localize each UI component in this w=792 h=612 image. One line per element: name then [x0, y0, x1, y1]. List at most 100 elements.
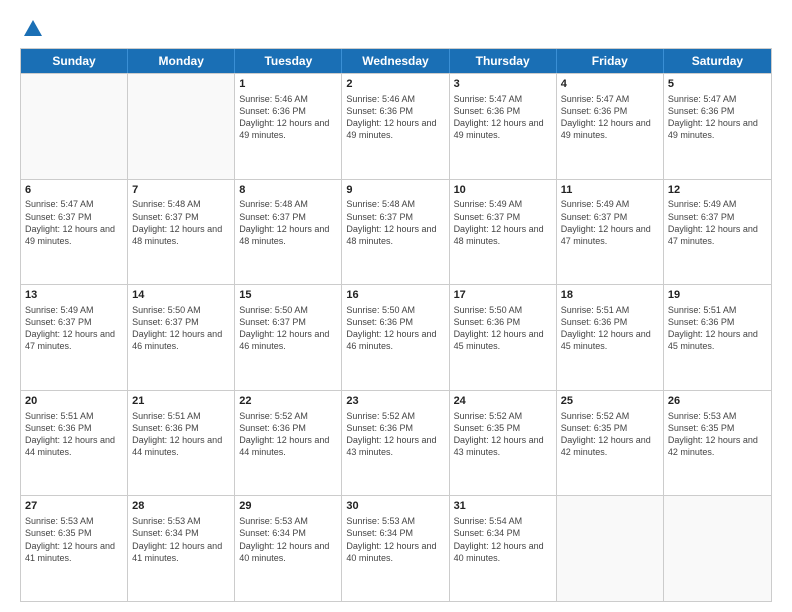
- weekday-header-wednesday: Wednesday: [342, 49, 449, 73]
- weekday-header-sunday: Sunday: [21, 49, 128, 73]
- weekday-header-thursday: Thursday: [450, 49, 557, 73]
- day-number: 25: [561, 394, 659, 409]
- logo: [20, 18, 44, 40]
- weekday-header-saturday: Saturday: [664, 49, 771, 73]
- day-info: Sunrise: 5:49 AMSunset: 6:37 PMDaylight:…: [25, 304, 123, 353]
- day-number: 22: [239, 394, 337, 409]
- day-info: Sunrise: 5:52 AMSunset: 6:35 PMDaylight:…: [561, 410, 659, 459]
- day-info: Sunrise: 5:51 AMSunset: 6:36 PMDaylight:…: [561, 304, 659, 353]
- day-number: 19: [668, 288, 767, 303]
- calendar-day-25: 25Sunrise: 5:52 AMSunset: 6:35 PMDayligh…: [557, 391, 664, 496]
- logo-icon: [22, 18, 44, 40]
- day-info: Sunrise: 5:53 AMSunset: 6:35 PMDaylight:…: [668, 410, 767, 459]
- day-info: Sunrise: 5:46 AMSunset: 6:36 PMDaylight:…: [346, 93, 444, 142]
- calendar-day-27: 27Sunrise: 5:53 AMSunset: 6:35 PMDayligh…: [21, 496, 128, 601]
- day-info: Sunrise: 5:49 AMSunset: 6:37 PMDaylight:…: [454, 198, 552, 247]
- calendar-day-26: 26Sunrise: 5:53 AMSunset: 6:35 PMDayligh…: [664, 391, 771, 496]
- calendar-day-4: 4Sunrise: 5:47 AMSunset: 6:36 PMDaylight…: [557, 74, 664, 179]
- calendar-week-4: 20Sunrise: 5:51 AMSunset: 6:36 PMDayligh…: [21, 390, 771, 496]
- page: SundayMondayTuesdayWednesdayThursdayFrid…: [0, 0, 792, 612]
- day-number: 10: [454, 183, 552, 198]
- calendar-day-1: 1Sunrise: 5:46 AMSunset: 6:36 PMDaylight…: [235, 74, 342, 179]
- day-info: Sunrise: 5:46 AMSunset: 6:36 PMDaylight:…: [239, 93, 337, 142]
- calendar-day-5: 5Sunrise: 5:47 AMSunset: 6:36 PMDaylight…: [664, 74, 771, 179]
- day-number: 23: [346, 394, 444, 409]
- calendar-day-20: 20Sunrise: 5:51 AMSunset: 6:36 PMDayligh…: [21, 391, 128, 496]
- calendar-header: SundayMondayTuesdayWednesdayThursdayFrid…: [21, 49, 771, 73]
- calendar-day-empty: [21, 74, 128, 179]
- calendar-day-19: 19Sunrise: 5:51 AMSunset: 6:36 PMDayligh…: [664, 285, 771, 390]
- day-number: 15: [239, 288, 337, 303]
- calendar-day-8: 8Sunrise: 5:48 AMSunset: 6:37 PMDaylight…: [235, 180, 342, 285]
- calendar-body: 1Sunrise: 5:46 AMSunset: 6:36 PMDaylight…: [21, 73, 771, 601]
- day-number: 24: [454, 394, 552, 409]
- calendar-day-31: 31Sunrise: 5:54 AMSunset: 6:34 PMDayligh…: [450, 496, 557, 601]
- calendar-day-30: 30Sunrise: 5:53 AMSunset: 6:34 PMDayligh…: [342, 496, 449, 601]
- calendar-week-3: 13Sunrise: 5:49 AMSunset: 6:37 PMDayligh…: [21, 284, 771, 390]
- calendar-day-2: 2Sunrise: 5:46 AMSunset: 6:36 PMDaylight…: [342, 74, 449, 179]
- day-number: 5: [668, 77, 767, 92]
- calendar-day-10: 10Sunrise: 5:49 AMSunset: 6:37 PMDayligh…: [450, 180, 557, 285]
- day-number: 20: [25, 394, 123, 409]
- calendar-day-14: 14Sunrise: 5:50 AMSunset: 6:37 PMDayligh…: [128, 285, 235, 390]
- day-info: Sunrise: 5:50 AMSunset: 6:36 PMDaylight:…: [454, 304, 552, 353]
- day-info: Sunrise: 5:52 AMSunset: 6:36 PMDaylight:…: [239, 410, 337, 459]
- day-number: 7: [132, 183, 230, 198]
- day-number: 28: [132, 499, 230, 514]
- header: [20, 18, 772, 40]
- weekday-header-tuesday: Tuesday: [235, 49, 342, 73]
- day-number: 13: [25, 288, 123, 303]
- calendar-day-24: 24Sunrise: 5:52 AMSunset: 6:35 PMDayligh…: [450, 391, 557, 496]
- day-info: Sunrise: 5:47 AMSunset: 6:36 PMDaylight:…: [668, 93, 767, 142]
- day-number: 12: [668, 183, 767, 198]
- calendar-day-11: 11Sunrise: 5:49 AMSunset: 6:37 PMDayligh…: [557, 180, 664, 285]
- calendar-day-22: 22Sunrise: 5:52 AMSunset: 6:36 PMDayligh…: [235, 391, 342, 496]
- day-number: 18: [561, 288, 659, 303]
- day-number: 16: [346, 288, 444, 303]
- day-info: Sunrise: 5:53 AMSunset: 6:35 PMDaylight:…: [25, 515, 123, 564]
- calendar-week-1: 1Sunrise: 5:46 AMSunset: 6:36 PMDaylight…: [21, 73, 771, 179]
- day-info: Sunrise: 5:49 AMSunset: 6:37 PMDaylight:…: [561, 198, 659, 247]
- day-info: Sunrise: 5:47 AMSunset: 6:37 PMDaylight:…: [25, 198, 123, 247]
- day-info: Sunrise: 5:50 AMSunset: 6:37 PMDaylight:…: [239, 304, 337, 353]
- day-number: 26: [668, 394, 767, 409]
- day-number: 4: [561, 77, 659, 92]
- day-info: Sunrise: 5:48 AMSunset: 6:37 PMDaylight:…: [239, 198, 337, 247]
- day-info: Sunrise: 5:48 AMSunset: 6:37 PMDaylight:…: [132, 198, 230, 247]
- day-number: 14: [132, 288, 230, 303]
- day-number: 1: [239, 77, 337, 92]
- calendar-day-21: 21Sunrise: 5:51 AMSunset: 6:36 PMDayligh…: [128, 391, 235, 496]
- calendar-day-28: 28Sunrise: 5:53 AMSunset: 6:34 PMDayligh…: [128, 496, 235, 601]
- calendar-day-empty: [557, 496, 664, 601]
- day-info: Sunrise: 5:51 AMSunset: 6:36 PMDaylight:…: [668, 304, 767, 353]
- day-info: Sunrise: 5:49 AMSunset: 6:37 PMDaylight:…: [668, 198, 767, 247]
- day-info: Sunrise: 5:53 AMSunset: 6:34 PMDaylight:…: [132, 515, 230, 564]
- day-info: Sunrise: 5:50 AMSunset: 6:37 PMDaylight:…: [132, 304, 230, 353]
- day-number: 31: [454, 499, 552, 514]
- day-number: 29: [239, 499, 337, 514]
- calendar-day-empty: [664, 496, 771, 601]
- day-number: 3: [454, 77, 552, 92]
- calendar-day-6: 6Sunrise: 5:47 AMSunset: 6:37 PMDaylight…: [21, 180, 128, 285]
- calendar-day-18: 18Sunrise: 5:51 AMSunset: 6:36 PMDayligh…: [557, 285, 664, 390]
- calendar-day-17: 17Sunrise: 5:50 AMSunset: 6:36 PMDayligh…: [450, 285, 557, 390]
- day-info: Sunrise: 5:47 AMSunset: 6:36 PMDaylight:…: [454, 93, 552, 142]
- calendar-day-9: 9Sunrise: 5:48 AMSunset: 6:37 PMDaylight…: [342, 180, 449, 285]
- calendar-day-23: 23Sunrise: 5:52 AMSunset: 6:36 PMDayligh…: [342, 391, 449, 496]
- day-number: 27: [25, 499, 123, 514]
- calendar-day-13: 13Sunrise: 5:49 AMSunset: 6:37 PMDayligh…: [21, 285, 128, 390]
- calendar-day-12: 12Sunrise: 5:49 AMSunset: 6:37 PMDayligh…: [664, 180, 771, 285]
- day-info: Sunrise: 5:54 AMSunset: 6:34 PMDaylight:…: [454, 515, 552, 564]
- day-number: 21: [132, 394, 230, 409]
- day-info: Sunrise: 5:51 AMSunset: 6:36 PMDaylight:…: [132, 410, 230, 459]
- calendar-day-7: 7Sunrise: 5:48 AMSunset: 6:37 PMDaylight…: [128, 180, 235, 285]
- day-info: Sunrise: 5:52 AMSunset: 6:36 PMDaylight:…: [346, 410, 444, 459]
- day-number: 30: [346, 499, 444, 514]
- day-info: Sunrise: 5:53 AMSunset: 6:34 PMDaylight:…: [346, 515, 444, 564]
- day-number: 9: [346, 183, 444, 198]
- day-info: Sunrise: 5:51 AMSunset: 6:36 PMDaylight:…: [25, 410, 123, 459]
- calendar-day-3: 3Sunrise: 5:47 AMSunset: 6:36 PMDaylight…: [450, 74, 557, 179]
- day-info: Sunrise: 5:53 AMSunset: 6:34 PMDaylight:…: [239, 515, 337, 564]
- day-number: 6: [25, 183, 123, 198]
- day-info: Sunrise: 5:47 AMSunset: 6:36 PMDaylight:…: [561, 93, 659, 142]
